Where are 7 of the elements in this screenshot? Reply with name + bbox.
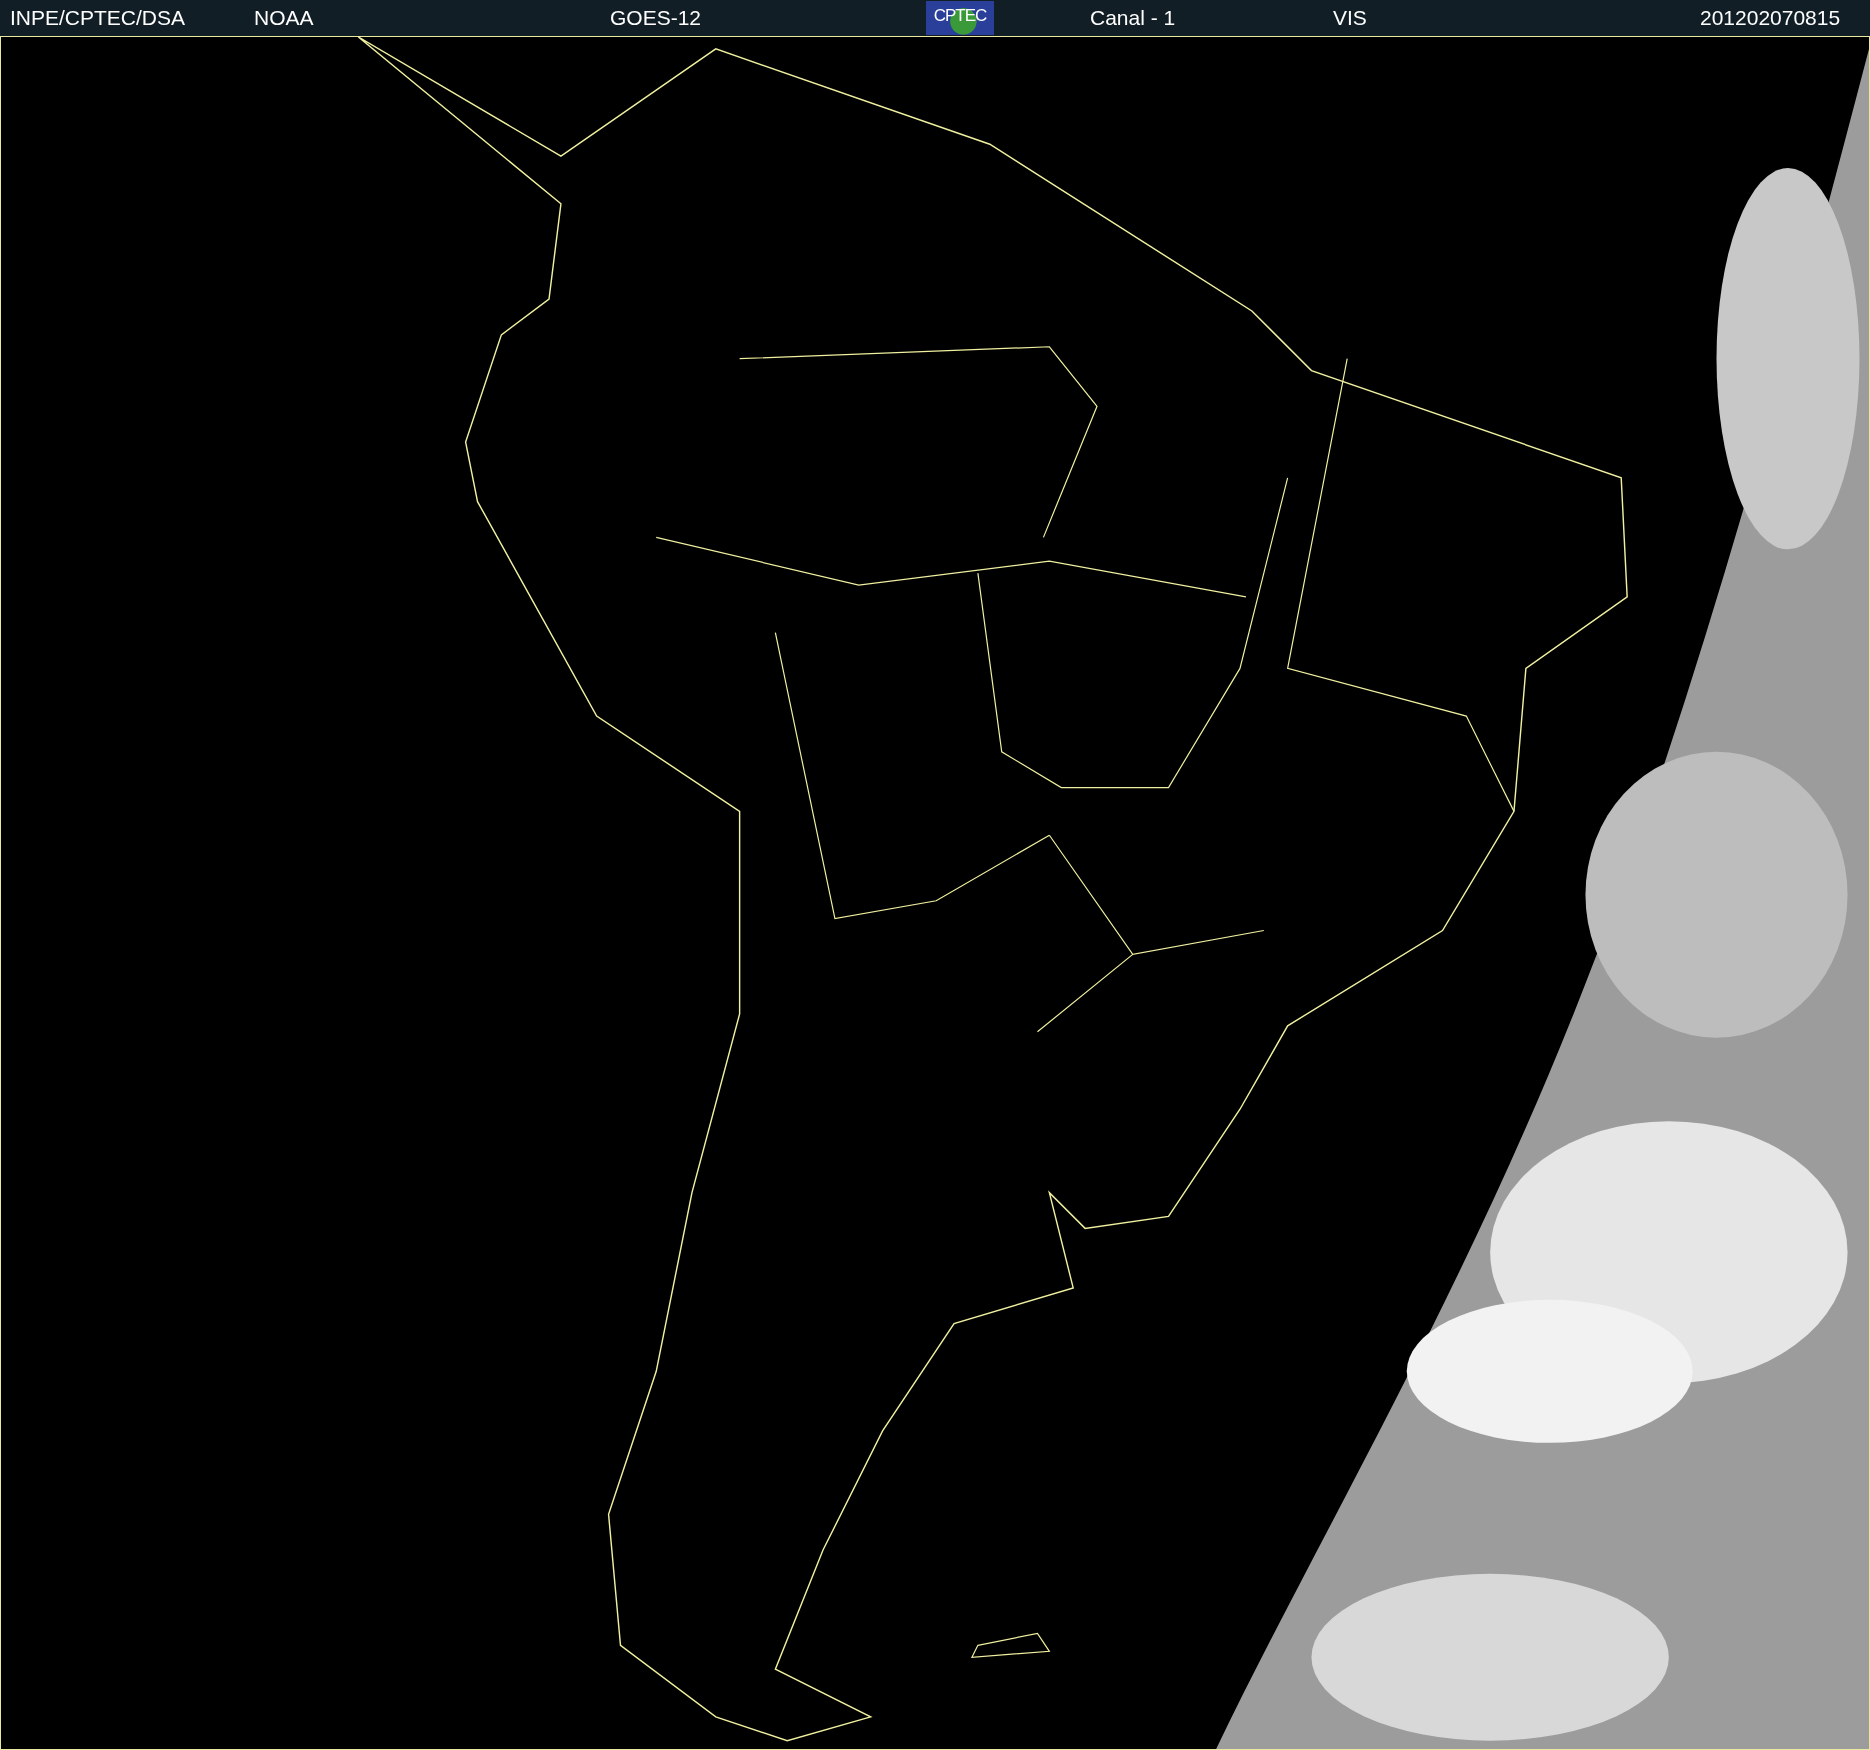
header-label: 201202070815 [1700, 6, 1841, 29]
header-label: GOES-12 [610, 6, 702, 29]
header-label: INPE/CPTEC/DSA [10, 6, 186, 29]
cptec-logo: CPTEC [926, 1, 994, 35]
header-label: Canal - 1 [1090, 6, 1176, 29]
header-label: VIS [1333, 6, 1367, 29]
header-label: NOAA [254, 6, 314, 29]
